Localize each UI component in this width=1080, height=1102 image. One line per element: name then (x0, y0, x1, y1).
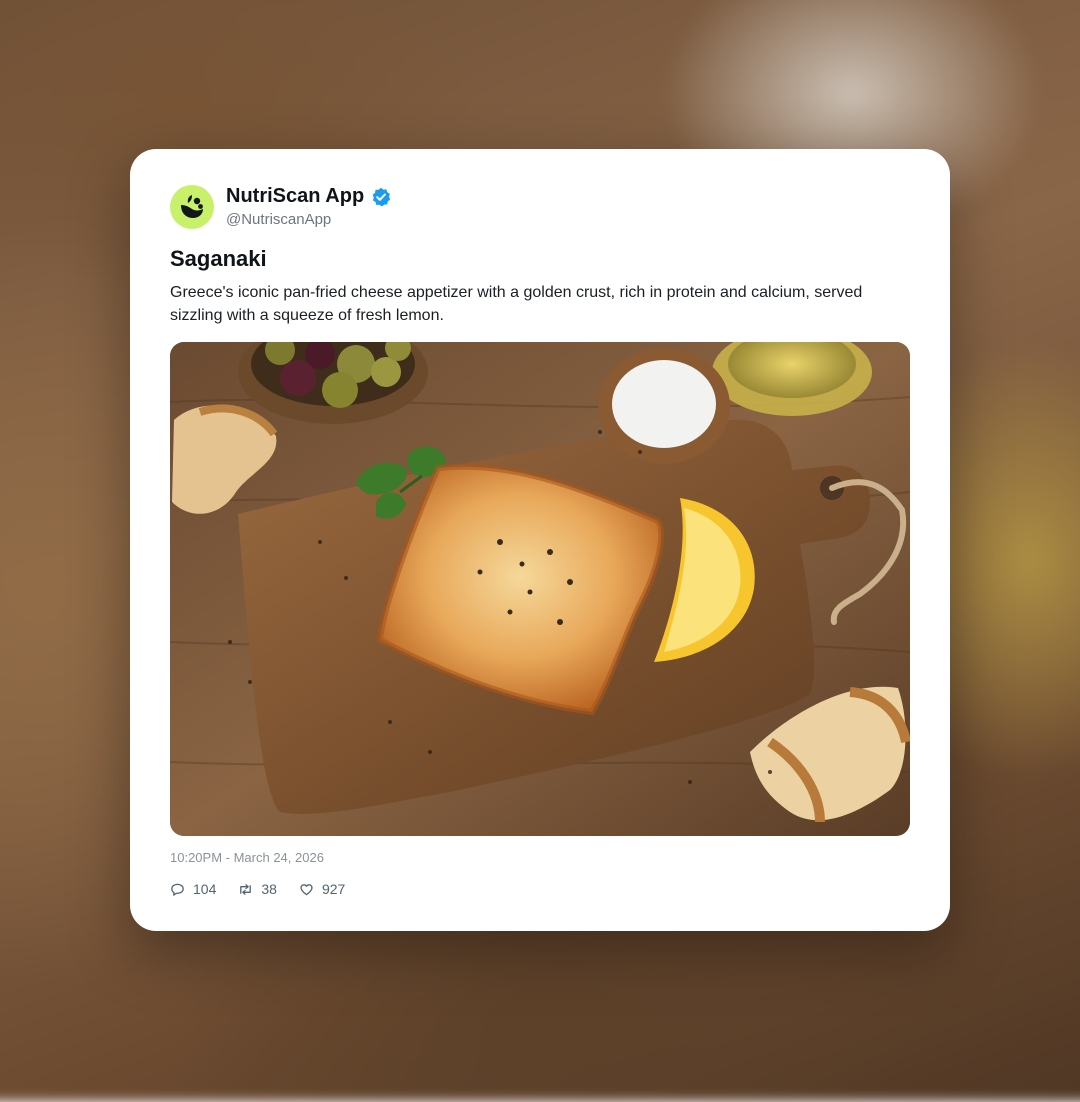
repost-button[interactable]: 38 (238, 881, 277, 897)
author-handle[interactable]: @NutriscanApp (226, 211, 331, 228)
post-image[interactable] (170, 342, 910, 836)
heart-icon (300, 883, 313, 895)
post-timestamp: 10:20PM - March 24, 2026 (170, 850, 324, 865)
reply-button[interactable]: 104 (170, 881, 216, 897)
saganaki-photo (170, 342, 910, 836)
post-title: Saganaki (170, 246, 267, 271)
nutriscan-logo-icon (181, 195, 203, 218)
post-body-text: Greece's iconic pan-fried cheese appetiz… (170, 284, 863, 324)
author-display-name[interactable]: NutriScan App (226, 185, 364, 208)
repost-icon (240, 883, 252, 895)
reply-icon (171, 883, 184, 896)
like-button[interactable]: 927 (299, 881, 345, 897)
verified-badge-icon (371, 187, 391, 207)
repost-count: 38 (261, 881, 277, 897)
author-name-row: NutriScan App (226, 185, 391, 208)
post-card: NutriScan App @NutriscanApp Saganaki Gre… (130, 149, 950, 931)
post-actions: 104 38 927 (170, 881, 345, 897)
like-count: 927 (321, 881, 346, 897)
avatar[interactable] (170, 185, 214, 229)
reply-count: 104 (193, 881, 217, 897)
